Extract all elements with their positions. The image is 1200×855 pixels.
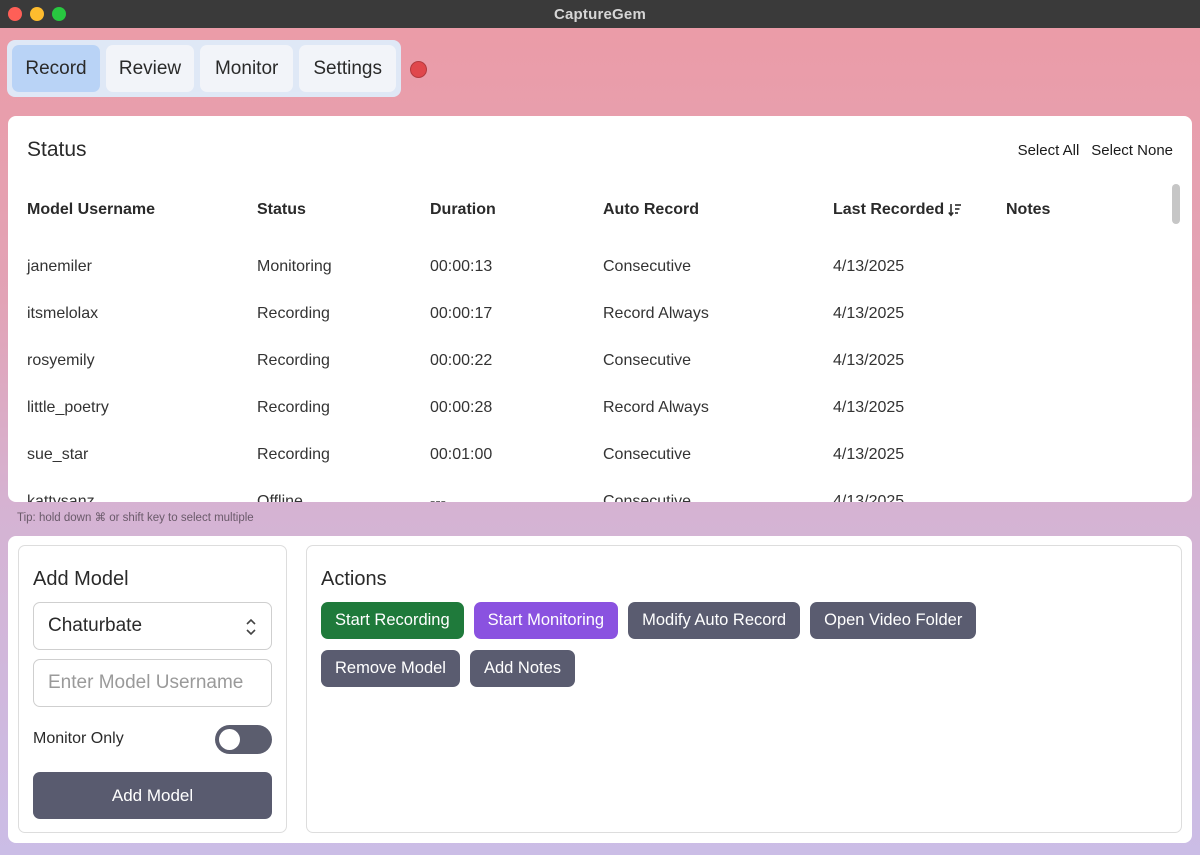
column-header-duration[interactable]: Duration	[430, 201, 603, 219]
column-header-status[interactable]: Status	[257, 201, 430, 219]
monitor-only-toggle[interactable]	[215, 725, 272, 754]
toggle-knob	[219, 729, 240, 750]
cell-auto-record: Consecutive	[603, 352, 833, 370]
open-video-folder-button[interactable]: Open Video Folder	[810, 602, 976, 639]
table-scrollbar[interactable]	[1172, 184, 1180, 224]
models-table: Model Username Status Duration Auto Reco…	[27, 200, 1167, 502]
minimize-window-button[interactable]	[30, 7, 44, 21]
status-panel: Status Select All Select None Model User…	[8, 116, 1192, 502]
cell-duration: 00:00:22	[430, 352, 603, 370]
cell-duration: 00:01:00	[430, 446, 603, 464]
column-header-username[interactable]: Model Username	[27, 201, 257, 219]
column-header-last-recorded-label: Last Recorded	[833, 201, 944, 219]
column-header-last-recorded[interactable]: Last Recorded	[833, 201, 1006, 219]
cell-duration: 00:00:17	[430, 305, 603, 323]
table-row[interactable]: itsmelolax Recording 00:00:17 Record Alw…	[27, 290, 1167, 337]
model-username-input[interactable]	[33, 659, 272, 707]
table-row[interactable]: janemiler Monitoring 00:00:13 Consecutiv…	[27, 243, 1167, 290]
cell-username: janemiler	[27, 258, 257, 276]
tab-bar: Record Review Monitor Settings	[7, 40, 401, 97]
status-title: Status	[27, 138, 87, 162]
cell-status: Offline	[257, 493, 430, 503]
tab-monitor[interactable]: Monitor	[200, 45, 293, 92]
selection-tip: Tip: hold down ⌘ or shift key to select …	[17, 510, 254, 524]
title-bar: CaptureGem	[0, 0, 1200, 28]
tab-settings[interactable]: Settings	[299, 45, 396, 92]
actions-row: Remove Model Add Notes	[321, 650, 575, 687]
close-window-button[interactable]	[8, 7, 22, 21]
cell-last-recorded: 4/13/2025	[833, 493, 1006, 503]
cell-last-recorded: 4/13/2025	[833, 352, 1006, 370]
cell-last-recorded: 4/13/2025	[833, 399, 1006, 417]
add-model-title: Add Model	[33, 568, 129, 591]
cell-duration: 00:00:13	[430, 258, 603, 276]
cell-username: sue_star	[27, 446, 257, 464]
table-row[interactable]: kattysanz Offline --- Consecutive 4/13/2…	[27, 478, 1167, 502]
app-window: CaptureGem Record Review Monitor Setting…	[0, 0, 1200, 855]
sort-descending-icon	[948, 203, 962, 217]
cell-auto-record: Consecutive	[603, 446, 833, 464]
add-model-section: Add Model Chaturbate Monitor Only Add Mo…	[18, 545, 287, 833]
cell-duration: ---	[430, 493, 603, 503]
cell-auto-record: Record Always	[603, 399, 833, 417]
cell-status: Monitoring	[257, 258, 430, 276]
start-recording-button[interactable]: Start Recording	[321, 602, 464, 639]
table-header: Model Username Status Duration Auto Reco…	[27, 200, 1167, 220]
window-title: CaptureGem	[554, 6, 646, 23]
cell-status: Recording	[257, 399, 430, 417]
cell-status: Recording	[257, 446, 430, 464]
select-all-button[interactable]: Select All	[1018, 142, 1080, 159]
column-header-auto-record[interactable]: Auto Record	[603, 201, 833, 219]
tab-record[interactable]: Record	[12, 45, 100, 92]
cell-auto-record: Record Always	[603, 305, 833, 323]
add-model-button[interactable]: Add Model	[33, 772, 272, 819]
cell-last-recorded: 4/13/2025	[833, 446, 1006, 464]
cell-duration: 00:00:28	[430, 399, 603, 417]
chevron-up-down-icon	[245, 616, 257, 638]
cell-username: rosyemily	[27, 352, 257, 370]
remove-model-button[interactable]: Remove Model	[321, 650, 460, 687]
platform-select[interactable]: Chaturbate	[33, 602, 272, 650]
cell-status: Recording	[257, 352, 430, 370]
add-notes-button[interactable]: Add Notes	[470, 650, 575, 687]
start-monitoring-button[interactable]: Start Monitoring	[474, 602, 618, 639]
cell-username: little_poetry	[27, 399, 257, 417]
cell-auto-record: Consecutive	[603, 258, 833, 276]
maximize-window-button[interactable]	[52, 7, 66, 21]
cell-last-recorded: 4/13/2025	[833, 258, 1006, 276]
table-row[interactable]: little_poetry Recording 00:00:28 Record …	[27, 384, 1167, 431]
actions-title: Actions	[321, 568, 387, 591]
modify-auto-record-button[interactable]: Modify Auto Record	[628, 602, 800, 639]
selection-links: Select All Select None	[1018, 142, 1173, 159]
actions-section: Actions Start Recording Start Monitoring…	[306, 545, 1182, 833]
cell-status: Recording	[257, 305, 430, 323]
actions-row: Start Recording Start Monitoring Modify …	[321, 602, 976, 639]
bottom-panel: Add Model Chaturbate Monitor Only Add Mo…	[8, 536, 1192, 843]
platform-select-value: Chaturbate	[48, 615, 142, 637]
column-header-notes[interactable]: Notes	[1006, 201, 1156, 219]
monitor-only-label: Monitor Only	[33, 730, 124, 748]
select-none-button[interactable]: Select None	[1091, 142, 1173, 159]
table-row[interactable]: sue_star Recording 00:01:00 Consecutive …	[27, 431, 1167, 478]
tab-review[interactable]: Review	[106, 45, 194, 92]
window-controls	[8, 7, 66, 21]
table-row[interactable]: rosyemily Recording 00:00:22 Consecutive…	[27, 337, 1167, 384]
cell-username: itsmelolax	[27, 305, 257, 323]
cell-username: kattysanz	[27, 493, 257, 503]
cell-last-recorded: 4/13/2025	[833, 305, 1006, 323]
cell-auto-record: Consecutive	[603, 493, 833, 503]
record-dot-icon	[410, 61, 427, 78]
